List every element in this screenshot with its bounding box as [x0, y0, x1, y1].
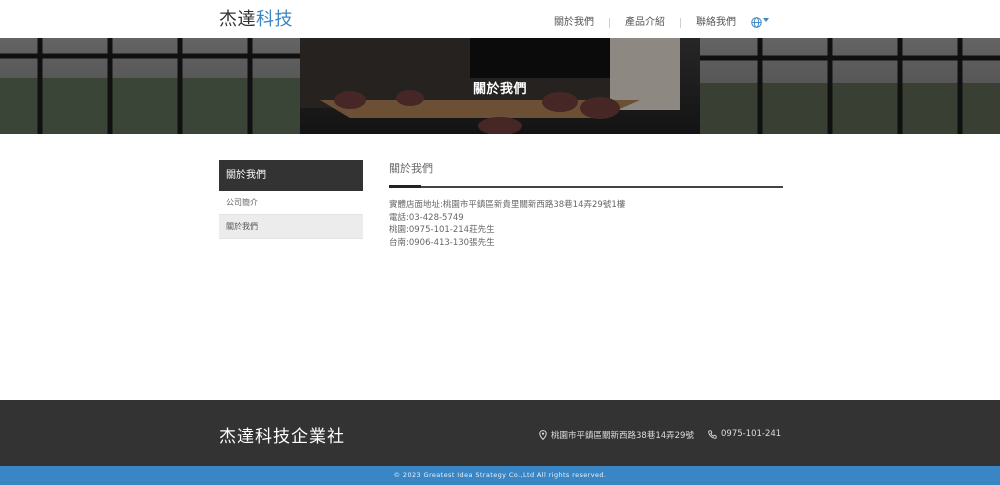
nav-divider — [680, 18, 681, 28]
footer-address-text: 桃園市平鎮區關新西路38巷14弄29號 — [551, 431, 694, 441]
title-divider-accent — [389, 185, 421, 188]
logo-text-main: 杰達 — [219, 9, 256, 30]
copyright-bar: © 2023 Greatest Idea Strategy Co.,Ltd Al… — [0, 466, 1000, 485]
globe-icon[interactable] — [751, 17, 762, 28]
tainan-contact: 台南:0906-413-130張先生 — [389, 237, 495, 248]
contact-details: 實體店面地址:桃園市平鎮區新貴里關新西路38巷14弄29號1樓 電話:03-42… — [389, 199, 783, 249]
store-address: 實體店面地址:桃園市平鎮區新貴里關新西路38巷14弄29號1樓 — [389, 200, 626, 210]
footer-address: 桃園市平鎮區關新西路38巷14弄29號 — [539, 429, 694, 441]
footer-phone: 0975-101-241 — [708, 429, 781, 439]
page-banner: 關於我們 — [0, 38, 1000, 134]
chevron-down-icon[interactable] — [763, 18, 769, 22]
footer-brand: 杰達科技企業社 — [219, 427, 345, 447]
nav-products[interactable]: 產品介紹 — [625, 16, 665, 30]
nav-contact[interactable]: 聯絡我們 — [696, 16, 736, 30]
main-content: 關於我們 實體店面地址:桃園市平鎮區新貴里關新西路38巷14弄29號1樓 電話:… — [389, 160, 783, 249]
nav-divider — [609, 18, 610, 28]
footer-phone-text: 0975-101-241 — [721, 429, 782, 439]
title-divider — [389, 185, 783, 188]
site-footer: 杰達科技企業社 桃園市平鎮區關新西路38巷14弄29號 0975-101-241 — [0, 400, 1000, 466]
page-title: 關於我們 — [389, 162, 433, 175]
office-phone: 電話:03-428-5749 — [389, 212, 464, 223]
nav-about[interactable]: 關於我們 — [554, 16, 594, 30]
logo-text-accent: 科技 — [256, 9, 293, 30]
taoyuan-contact: 桃園:0975-101-214莊先生 — [389, 225, 495, 235]
banner-title: 關於我們 — [472, 82, 527, 97]
map-pin-icon — [539, 430, 547, 440]
sidebar-item-about[interactable]: 關於我們 — [219, 215, 363, 239]
sidebar-heading: 關於我們 — [219, 160, 363, 191]
sidebar: 關於我們 公司簡介 關於我們 — [219, 160, 363, 239]
phone-icon — [708, 429, 717, 439]
site-logo[interactable]: 杰達科技 — [219, 9, 293, 31]
sidebar-item-company-intro[interactable]: 公司簡介 — [219, 191, 363, 215]
site-header: 杰達科技 關於我們 產品介紹 聯絡我們 — [0, 0, 1000, 38]
